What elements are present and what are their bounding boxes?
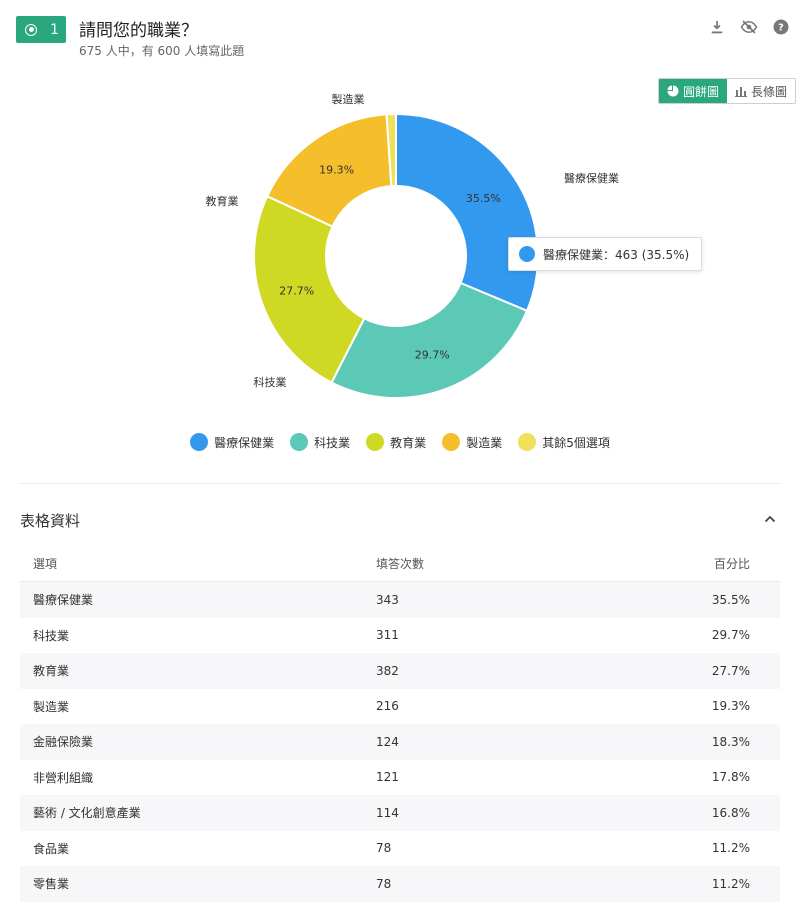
legend-item[interactable]: 教育業 [366, 433, 426, 451]
slice-percent-label: 27.7% [279, 284, 314, 297]
table-header-row: 選項 填答次數 百分比 [20, 546, 780, 582]
cell-percent: 11.2% [711, 876, 750, 891]
slice-category-label: 科技業 [254, 375, 287, 389]
question-number-badge: 1 [16, 16, 66, 43]
legend-label: 科技業 [314, 435, 351, 450]
question-title: 請問您的職業？ [79, 21, 198, 41]
slice-category-label: 製造業 [332, 92, 365, 106]
chart-legend: 醫療保健業 科技業 教育業 製造業 其餘5個選項 [0, 433, 800, 451]
question-subtitle: 675 人中，有 600 人填寫此題 [79, 44, 245, 58]
svg-text:?: ? [778, 22, 784, 33]
cell-count: 78 [376, 876, 392, 891]
table-row: 金融保險業 124 18.3% [20, 724, 780, 760]
cell-count: 343 [376, 592, 399, 607]
radio-icon [25, 23, 37, 36]
cell-percent: 11.2% [711, 841, 750, 856]
hide-icon[interactable] [740, 18, 758, 36]
slice-category-label: 醫療保健業 [564, 171, 619, 185]
help-icon[interactable]: ? [772, 18, 790, 36]
cell-percent: 35.5% [711, 592, 750, 607]
cell-option: 食品業 [33, 841, 70, 856]
table-section-title: 表格資料 [20, 512, 81, 530]
donut-slice[interactable] [330, 281, 529, 399]
cell-option: 製造業 [33, 699, 70, 714]
cell-percent: 17.8% [711, 770, 750, 785]
data-table: 選項 填答次數 百分比 醫療保健業 343 35.5% 科技業 311 29.7… [20, 546, 780, 902]
cell-count: 382 [376, 663, 399, 678]
table-row: 醫療保健業 343 35.5% [20, 582, 780, 618]
slice-category-label: 教育業 [206, 194, 239, 208]
download-icon[interactable] [708, 18, 726, 36]
chart-tooltip: 醫療保健業：463 (35.5%) [508, 237, 703, 271]
table-row: 科技業 311 29.7% [20, 618, 780, 654]
cell-count: 216 [376, 699, 399, 714]
legend-label: 製造業 [466, 435, 503, 450]
legend-item[interactable]: 其餘5個選項 [518, 433, 610, 451]
legend-item[interactable]: 製造業 [442, 433, 502, 451]
cell-option: 非營利組織 [33, 770, 94, 785]
section-divider [20, 483, 780, 484]
cell-percent: 18.3% [711, 734, 750, 749]
cell-percent: 16.8% [711, 805, 750, 820]
legend-color-dot [290, 433, 309, 451]
slice-percent-label: 19.3% [319, 163, 354, 176]
chevron-up-icon[interactable] [762, 511, 778, 527]
legend-color-dot [190, 433, 209, 451]
legend-color-dot [442, 433, 461, 451]
slice-percent-label: 29.7% [415, 349, 450, 362]
cell-option: 醫療保健業 [33, 593, 94, 608]
question-number: 1 [50, 21, 59, 38]
table-row: 非營利組織 121 17.8% [20, 760, 780, 796]
cell-count: 124 [376, 734, 399, 749]
tooltip-text: 醫療保健業：463 (35.5%) [543, 247, 690, 262]
cell-count: 121 [376, 770, 399, 785]
cell-count: 114 [376, 805, 399, 820]
table-row: 食品業 78 11.2% [20, 831, 780, 867]
legend-item[interactable]: 科技業 [290, 433, 350, 451]
legend-item[interactable]: 醫療保健業 [190, 433, 274, 451]
column-header-count[interactable]: 填答次數 [363, 555, 663, 572]
donut-slice[interactable] [395, 112, 539, 313]
table-row: 製造業 216 19.3% [20, 689, 780, 725]
column-header-option[interactable]: 選項 [20, 555, 363, 572]
legend-label: 教育業 [390, 435, 427, 450]
cell-option: 教育業 [33, 664, 70, 679]
legend-label: 醫療保健業 [214, 435, 275, 450]
cell-option: 藝術 / 文化創意產業 [33, 806, 141, 821]
cell-option: 零售業 [33, 877, 70, 892]
cell-option: 金融保險業 [33, 735, 94, 750]
legend-color-dot [366, 433, 385, 451]
table-row: 零售業 78 11.2% [20, 866, 780, 902]
cell-option: 科技業 [33, 628, 70, 643]
column-header-percent[interactable]: 百分比 [663, 555, 780, 572]
legend-label: 其餘5個選項 [542, 435, 610, 450]
table-row: 藝術 / 文化創意產業 114 16.8% [20, 795, 780, 831]
slice-percent-label: 35.5% [466, 192, 501, 205]
cell-count: 311 [376, 628, 399, 643]
cell-percent: 27.7% [711, 663, 750, 678]
question-toolbar: ? [708, 18, 790, 36]
cell-percent: 29.7% [711, 628, 750, 643]
legend-color-dot [518, 433, 537, 451]
cell-percent: 19.3% [711, 699, 750, 714]
cell-count: 78 [376, 841, 392, 856]
table-row: 教育業 382 27.7% [20, 653, 780, 689]
tooltip-color-dot [519, 246, 535, 262]
